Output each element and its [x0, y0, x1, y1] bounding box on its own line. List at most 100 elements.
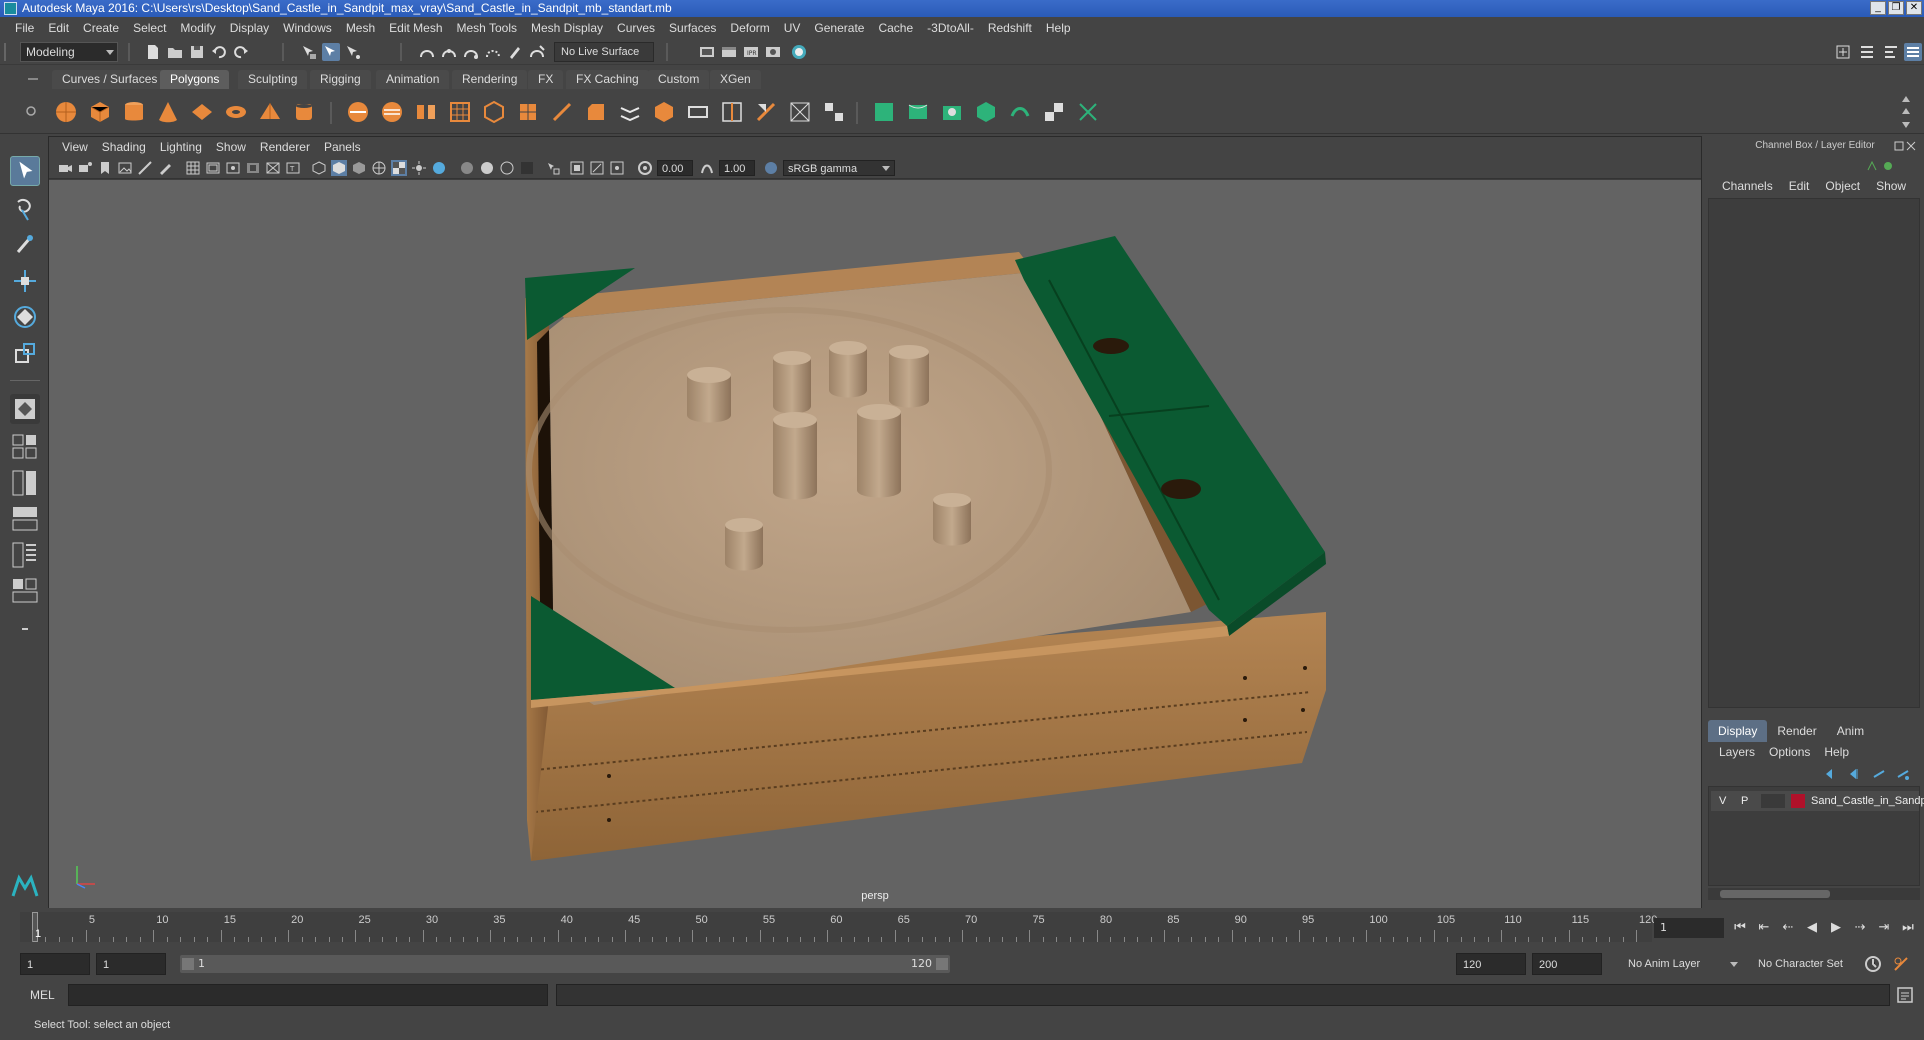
go-to-start-button[interactable]: ⏮	[1730, 918, 1750, 938]
undo-icon[interactable]	[210, 43, 228, 61]
xray-joints-icon[interactable]	[589, 160, 605, 176]
layer-visibility-toggle[interactable]: V	[1719, 791, 1726, 811]
maximize-button[interactable]: ❐	[1888, 1, 1904, 15]
scene-start-field[interactable]: 1	[20, 953, 90, 975]
step-back-frame-button[interactable]: ⇠	[1778, 918, 1798, 938]
lasso-tool-icon[interactable]	[10, 194, 40, 224]
channel-box-area[interactable]	[1708, 198, 1920, 708]
layer-menu-help[interactable]: Help	[1817, 742, 1856, 762]
layer-color-swatch[interactable]	[1791, 794, 1805, 808]
fill-hole-icon[interactable]	[652, 100, 676, 124]
menu-edit[interactable]: Edit	[41, 21, 76, 35]
layer-display-type-toggle[interactable]	[1761, 794, 1785, 808]
menu-surfaces[interactable]: Surfaces	[662, 21, 723, 35]
step-forward-key-button[interactable]: ⇥	[1874, 918, 1894, 938]
channel-box-menu-channels[interactable]: Channels	[1714, 176, 1781, 196]
save-scene-icon[interactable]	[188, 43, 206, 61]
viewport-menu-show[interactable]: Show	[209, 140, 253, 154]
move-layer-down-icon[interactable]	[1848, 767, 1862, 781]
uv-planar-icon[interactable]	[872, 100, 896, 124]
four-view-layout-icon[interactable]	[10, 432, 40, 462]
menu-cache[interactable]: Cache	[871, 21, 920, 35]
use-default-material-icon[interactable]	[351, 160, 367, 176]
menu-create[interactable]: Create	[76, 21, 126, 35]
insert-edge-loop-icon[interactable]	[720, 100, 744, 124]
menu-mesh[interactable]: Mesh	[339, 21, 382, 35]
shelf-tab-custom[interactable]: Custom	[648, 70, 710, 89]
poly-pyramid-icon[interactable]	[258, 100, 282, 124]
shelf-tab-polygons[interactable]: Polygons	[160, 70, 230, 89]
channel-box-menu-edit[interactable]: Edit	[1781, 176, 1818, 196]
animation-preferences-icon[interactable]	[1892, 955, 1910, 973]
menu-curves[interactable]: Curves	[610, 21, 662, 35]
open-scene-icon[interactable]	[166, 43, 184, 61]
viewport-menu-panels[interactable]: Panels	[317, 140, 368, 154]
playback-start-field[interactable]: 1	[96, 953, 166, 975]
layer-tab-anim[interactable]: Anim	[1827, 720, 1874, 742]
gamma-icon[interactable]	[699, 160, 715, 176]
depth-of-field-icon[interactable]	[519, 160, 535, 176]
target-weld-icon[interactable]	[788, 100, 812, 124]
select-by-component-icon[interactable]	[344, 43, 362, 61]
image-plane-icon[interactable]	[117, 160, 133, 176]
modeling-toolkit-icon[interactable]	[1834, 43, 1852, 61]
attribute-editor-icon[interactable]	[1858, 43, 1876, 61]
shelf-tab-fx[interactable]: FX	[528, 70, 564, 89]
perspective-scene[interactable]: persp	[49, 180, 1701, 908]
resolution-gate-icon[interactable]	[225, 160, 241, 176]
rotate-tool-icon[interactable]	[10, 302, 40, 332]
mirror-icon[interactable]	[414, 100, 438, 124]
multi-cut-icon[interactable]	[550, 100, 574, 124]
layout-more-icon[interactable]	[10, 614, 40, 644]
script-language-toggle[interactable]: MEL	[30, 986, 55, 1004]
time-slider[interactable]: 1 5 10 15 20 25 30 35 40 45 50 55 60 65 70 75 80 85 90 95 10…	[20, 912, 1657, 942]
uv-unfold-icon[interactable]	[1008, 100, 1032, 124]
persp-outliner-layout-icon[interactable]	[10, 468, 40, 498]
exposure-icon[interactable]	[637, 160, 653, 176]
select-tool-icon[interactable]	[10, 156, 40, 186]
scene-end-field[interactable]: 200	[1532, 953, 1602, 975]
xray-components-icon[interactable]	[609, 160, 625, 176]
uv-cylindrical-icon[interactable]	[906, 100, 930, 124]
menu-display[interactable]: Display	[223, 21, 276, 35]
shelf-tab-sculpting[interactable]: Sculpting	[238, 70, 308, 89]
menu-select[interactable]: Select	[126, 21, 173, 35]
menu-mesh-tools[interactable]: Mesh Tools	[450, 21, 524, 35]
scale-tool-icon[interactable]	[10, 338, 40, 368]
tool-settings-icon[interactable]	[1882, 43, 1900, 61]
create-layer-from-selected-icon[interactable]	[1896, 767, 1910, 781]
connect-icon[interactable]	[822, 100, 846, 124]
layer-name[interactable]: Sand_Castle_in_Sandp	[1811, 791, 1924, 811]
range-end-handle[interactable]	[936, 958, 948, 970]
render-view-icon[interactable]	[698, 43, 716, 61]
uv-checker-icon[interactable]	[1042, 100, 1066, 124]
channel-box-menu-show[interactable]: Show	[1868, 176, 1914, 196]
anim-layer-dropdown[interactable]: No Anim Layer	[1622, 953, 1742, 975]
smooth-shade-all-icon[interactable]	[331, 160, 347, 176]
two-d-pan-zoom-icon[interactable]	[137, 160, 153, 176]
layer-playback-toggle[interactable]: P	[1741, 791, 1748, 811]
live-surface-field[interactable]: No Live Surface	[554, 42, 654, 62]
move-tool-icon[interactable]	[10, 266, 40, 296]
menu-redshift[interactable]: Redshift	[981, 21, 1039, 35]
shelf-tab-xgen[interactable]: XGen	[710, 70, 761, 89]
screen-space-ao-icon[interactable]	[459, 160, 475, 176]
grease-pencil-icon[interactable]	[157, 160, 173, 176]
viewport-menu-lighting[interactable]: Lighting	[153, 140, 209, 154]
make-live-icon[interactable]	[506, 43, 524, 61]
character-set-dropdown[interactable]: No Character Set	[1752, 953, 1874, 975]
color-space-dropdown[interactable]: sRGB gamma	[783, 160, 895, 176]
uv-layout-icon[interactable]	[1076, 100, 1100, 124]
redo-icon[interactable]	[232, 43, 250, 61]
color-management-icon[interactable]	[763, 160, 779, 176]
motion-blur-icon[interactable]	[479, 160, 495, 176]
viewport-menu-renderer[interactable]: Renderer	[253, 140, 317, 154]
shelf-tab-animation[interactable]: Animation	[376, 70, 450, 89]
shelf-tab-rendering[interactable]: Rendering	[452, 70, 528, 89]
bookmark-icon[interactable]	[97, 160, 113, 176]
snap-to-surface-icon[interactable]	[528, 43, 546, 61]
auto-key-icon[interactable]	[1864, 955, 1882, 973]
xray-icon[interactable]	[569, 160, 585, 176]
layer-tab-display[interactable]: Display	[1708, 720, 1768, 742]
gamma-field[interactable]: 1.00	[719, 160, 755, 176]
